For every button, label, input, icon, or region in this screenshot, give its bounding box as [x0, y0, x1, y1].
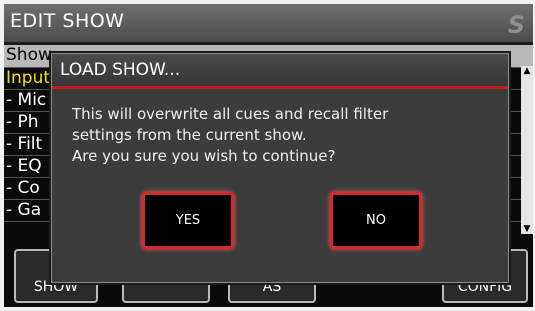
dialog-title: LOAD SHOW...	[52, 54, 508, 89]
window-title: EDIT SHOW	[10, 10, 125, 32]
yes-button[interactable]: YES	[142, 192, 234, 249]
scroll-up-arrow-icon[interactable]: ▲	[521, 66, 533, 76]
brand-logo: S	[507, 11, 525, 39]
load-show-dialog: LOAD SHOW... This will overwrite all cue…	[51, 53, 509, 283]
dialog-message: This will overwrite all cues and recall …	[72, 105, 389, 165]
scroll-down-arrow-icon[interactable]: ▼	[521, 224, 533, 234]
console-screen: EDIT SHOW S Show Input - Mic - Ph - Filt…	[4, 4, 533, 307]
title-bar: EDIT SHOW S	[4, 4, 533, 45]
list-scrollbar[interactable]: ▲ ▼	[521, 66, 533, 234]
no-button[interactable]: NO	[330, 192, 422, 249]
